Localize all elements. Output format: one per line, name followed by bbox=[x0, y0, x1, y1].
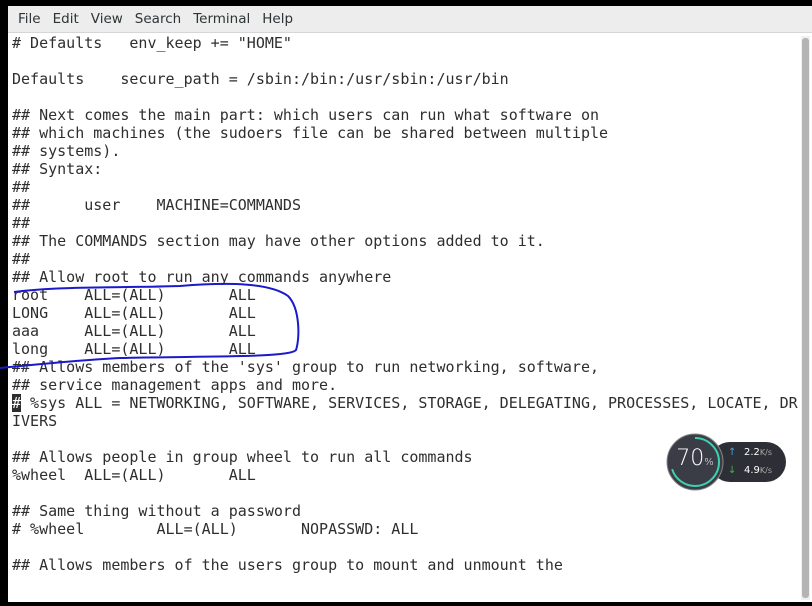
terminal-line: ## Allows members of the users group to … bbox=[12, 556, 563, 574]
menu-view[interactable]: View bbox=[85, 11, 129, 27]
terminal-line: ## Allow root to run any commands anywhe… bbox=[12, 268, 392, 286]
arrow-down-icon: ↓ bbox=[728, 465, 737, 476]
terminal-line: long ALL=(ALL) ALL bbox=[12, 340, 256, 358]
upload-unit: K/s bbox=[759, 448, 773, 457]
menu-bar: File Edit View Search Terminal Help bbox=[8, 6, 812, 33]
terminal-line: ## bbox=[12, 214, 31, 232]
terminal-line: ## bbox=[12, 250, 31, 268]
terminal-line: ## Same thing without a password bbox=[12, 502, 301, 520]
menu-file[interactable]: File bbox=[12, 11, 47, 27]
terminal-line: ## Allows members of the 'sys' group to … bbox=[12, 358, 599, 376]
terminal-line: ## The COMMANDS section may have other o… bbox=[12, 232, 545, 250]
terminal-line: root ALL=(ALL) ALL bbox=[12, 286, 256, 304]
terminal-line: IVERS bbox=[12, 412, 58, 430]
terminal-line: aaa ALL=(ALL) ALL bbox=[12, 322, 256, 340]
terminal-line: LONG ALL=(ALL) ALL bbox=[12, 304, 256, 322]
arrow-up-icon: ↑ bbox=[728, 447, 737, 458]
terminal-line: Defaults secure_path = /sbin:/bin:/usr/s… bbox=[12, 70, 509, 88]
text-cursor: # bbox=[12, 394, 22, 412]
terminal-window: File Edit View Search Terminal Help # De… bbox=[8, 6, 812, 602]
terminal-line: ## Next comes the main part: which users… bbox=[12, 106, 599, 124]
terminal-content[interactable]: # Defaults env_keep += "HOME" Defaults se… bbox=[12, 34, 798, 574]
scrollbar[interactable] bbox=[801, 36, 810, 600]
usage-percent: 70% bbox=[676, 446, 714, 471]
terminal-line: ## systems). bbox=[12, 142, 121, 160]
menu-terminal[interactable]: Terminal bbox=[187, 11, 256, 27]
terminal-line: # Defaults env_keep += "HOME" bbox=[12, 34, 292, 52]
terminal-line: ## which machines (the sudoers file can … bbox=[12, 124, 609, 142]
terminal-line: # %wheel ALL=(ALL) NOPASSWD: ALL bbox=[12, 520, 419, 538]
menu-edit[interactable]: Edit bbox=[47, 11, 85, 27]
upload-speed: 2.2 bbox=[744, 447, 760, 458]
network-monitor-widget[interactable]: ↑ 2.2K/s ↓ 4.9K/s 70% bbox=[666, 433, 790, 493]
terminal-line: ## user MACHINE=COMMANDS bbox=[12, 196, 301, 214]
line-text: %sys ALL = NETWORKING, SOFTWARE, SERVICE… bbox=[21, 394, 798, 412]
download-speed: 4.9 bbox=[744, 465, 760, 476]
terminal-line: ## bbox=[12, 178, 31, 196]
scrollbar-thumb[interactable] bbox=[802, 38, 809, 598]
menu-search[interactable]: Search bbox=[129, 11, 187, 27]
terminal-line: ## service management apps and more. bbox=[12, 376, 338, 394]
menu-help[interactable]: Help bbox=[256, 11, 299, 27]
download-unit: K/s bbox=[759, 466, 773, 475]
terminal-line: # %sys ALL = NETWORKING, SOFTWARE, SERVI… bbox=[12, 394, 798, 412]
terminal-line: ## Syntax: bbox=[12, 160, 103, 178]
